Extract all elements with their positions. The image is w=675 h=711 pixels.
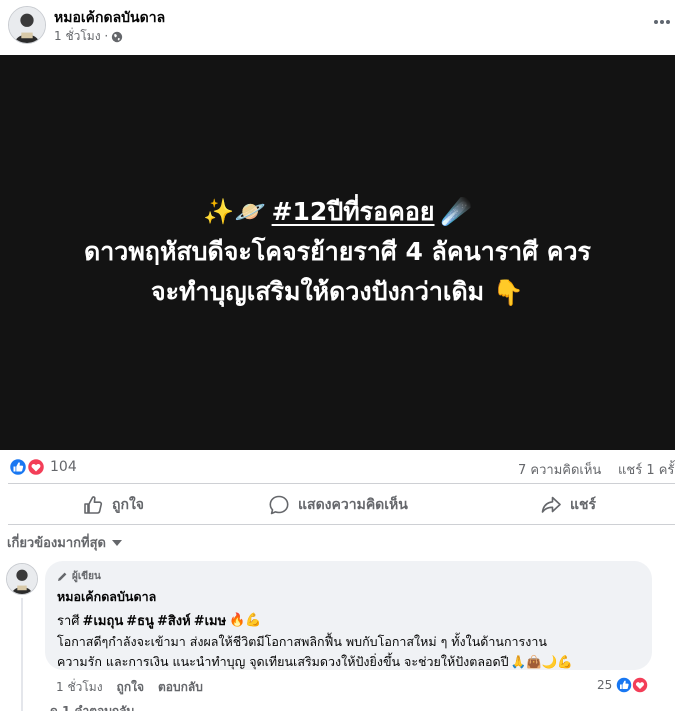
commenter-avatar[interactable] [6, 563, 38, 595]
comment-count[interactable]: 7 ความคิดเห็น [518, 459, 601, 480]
point-down-emoji: 👇 [492, 278, 525, 307]
post-actions: ถูกใจ แสดงความคิดเห็น แชร์ [0, 488, 675, 522]
author-name[interactable]: หมอเค้กดลบันดาล [54, 7, 165, 29]
author-badge: ผู้เขียน [57, 569, 640, 583]
comment-bubble: ผู้เขียน หมอเค้กดลบันดาล ราศี #เมถุน #ธน… [45, 561, 652, 670]
commenter-name[interactable]: หมอเค้กดลบันดาล [57, 587, 640, 607]
hashtag-link[interactable]: #เมถุน [83, 610, 124, 631]
comment-text-line-2: ความรัก และการเงิน แนะนำทำบุญ จุดเทียนเส… [57, 652, 640, 671]
post-time[interactable]: 1 ชั่วโมง · [54, 27, 108, 46]
hashtag-link[interactable]: #เมษ [194, 610, 226, 631]
image-line-1: ✨🪐 #12ปีที่รอคอย ☄️ [203, 192, 471, 232]
hashtag-link[interactable]: #ธนู [126, 610, 154, 631]
comment-text-line-2-body: ความรัก และการเงิน แนะนำทำบุญ จุดเทียนเส… [57, 654, 509, 669]
reactions-summary: 104 7 ความคิดเห็น แชร์ 1 ครั้ง [0, 455, 675, 479]
post-header: หมอเค้กดลบันดาล 1 ชั่วโมง · [0, 0, 675, 52]
view-replies-link[interactable]: ดู 1 คำตอบกลับ [50, 702, 134, 711]
divider [8, 524, 675, 525]
like-label: ถูกใจ [112, 497, 144, 513]
thumbs-up-icon [84, 496, 103, 514]
comet-emoji: ☄️ [440, 197, 472, 226]
comment-emojis: 🙏👜🌙💪 [510, 654, 573, 669]
globe-icon [111, 31, 123, 42]
post-image[interactable]: ✨🪐 #12ปีที่รอคอย ☄️ ดาวพฤหัสบดีจะโคจรย้า… [0, 55, 675, 450]
share-button[interactable]: แชร์ [540, 488, 596, 522]
comment-label: แสดงความคิดเห็น [298, 497, 408, 513]
thread-line [21, 598, 23, 711]
sort-label: เกี่ยวข้องมากที่สุด [7, 536, 106, 551]
comment-button[interactable]: แสดงความคิดเห็น [268, 488, 408, 522]
pencil-icon [58, 572, 67, 581]
image-line-2: ดาวพฤหัสบดีจะโคจรย้ายราศี 4 ลัคนาราศี คว… [84, 237, 591, 266]
comment-like-link[interactable]: ถูกใจ [117, 678, 144, 697]
comment-tags: ราศี #เมถุน #ธนู #สิงห์ #เมษ 🔥💪 [57, 610, 640, 631]
zodiac-label: ราศี [57, 614, 80, 629]
post-meta: 1 ชั่วโมง · [54, 27, 123, 46]
author-avatar[interactable] [8, 6, 46, 44]
hashtag-link[interactable]: #สิงห์ [157, 610, 191, 631]
image-line-3-text: จะทำบุญเสริมให้ดวงปังกว่าเดิม [150, 277, 485, 306]
sparkle-planet-emoji: ✨🪐 [203, 197, 266, 226]
comment-time[interactable]: 1 ชั่วโมง [56, 678, 103, 697]
fire-muscle-emoji: 🔥💪 [229, 613, 262, 628]
share-count[interactable]: แชร์ 1 ครั้ง [618, 459, 675, 480]
comment-text-line-1: โอกาสดีๆกำลังจะเข้ามา ส่งผลให้ชีวิตมีโอก… [57, 634, 547, 649]
comment-reply-link[interactable]: ตอบกลับ [158, 678, 203, 697]
comment-actions: 1 ชั่วโมง ถูกใจ ตอบกลับ [56, 678, 203, 697]
author-badge-label: ผู้เขียน [72, 570, 101, 582]
more-horizontal-icon[interactable] [650, 12, 674, 32]
caret-down-icon [111, 539, 122, 546]
share-icon [541, 496, 561, 513]
reaction-count[interactable]: 104 [50, 459, 77, 475]
reaction-icons[interactable] [8, 458, 46, 476]
reaction-icons [615, 676, 650, 694]
divider [8, 483, 675, 484]
image-hashtag: #12ปีที่รอคอย [271, 197, 435, 226]
comment-icon [269, 495, 289, 515]
image-line-3: จะทำบุญเสริมให้ดวงปังกว่าเดิม 👇 [151, 272, 524, 313]
like-button[interactable]: ถูกใจ [82, 488, 144, 522]
comment-sort-dropdown[interactable]: เกี่ยวข้องมากที่สุด [7, 532, 122, 553]
comment-reactions[interactable]: 25 [597, 676, 650, 694]
share-label: แชร์ [570, 497, 597, 513]
comment-reaction-count: 25 [597, 678, 613, 692]
